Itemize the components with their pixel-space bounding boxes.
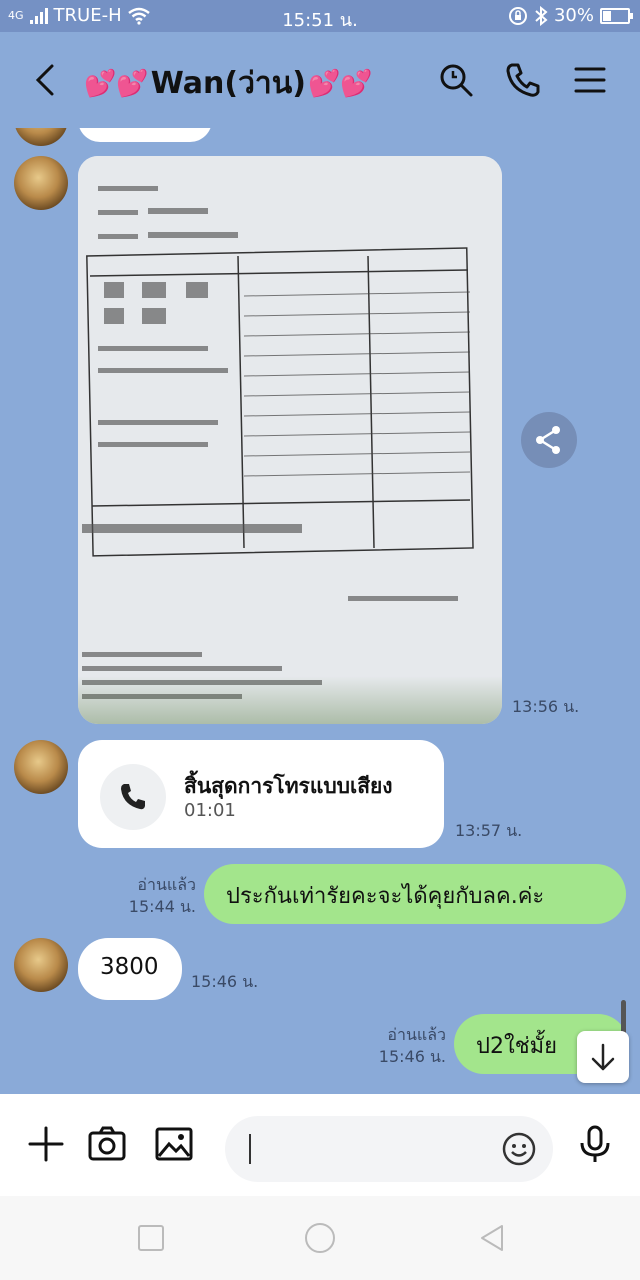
message-input[interactable]	[225, 1116, 553, 1182]
call-message[interactable]: สิ้นสุดการโทรแบบเสียง 01:01	[78, 740, 444, 848]
share-button[interactable]	[521, 412, 577, 468]
read-receipt: อ่านแล้ว	[137, 875, 196, 894]
my-message[interactable]: ประกันเท่ารัยคะจะได้คุยกับลค.ค่ะ	[204, 864, 626, 924]
battery-icon	[600, 7, 633, 24]
message-time: 13:57 น.	[455, 821, 523, 840]
contact-message[interactable]: 3800	[78, 938, 182, 1000]
contact-avatar[interactable]	[14, 938, 68, 992]
hearts-right-icon: 💕💕	[308, 68, 373, 99]
plus-icon[interactable]	[26, 1124, 66, 1164]
status-bar: 4G TRUE-H 15:51 น. 30%	[0, 0, 640, 32]
message-time: 13:56 น.	[512, 697, 580, 716]
call-status: สิ้นสุดการโทรแบบเสียง	[184, 774, 393, 798]
arrow-down-icon	[591, 1043, 615, 1071]
rotation-lock-icon	[508, 6, 527, 25]
recents-icon[interactable]	[135, 1222, 167, 1254]
chat-messages[interactable]: 13:56 น. สิ้นสุดการโทรแบบเสียง 01:01 13:…	[0, 128, 640, 1094]
microphone-icon[interactable]	[575, 1124, 615, 1164]
hearts-left-icon: 💕💕	[84, 68, 149, 99]
back-icon[interactable]	[476, 1222, 508, 1254]
image-message[interactable]	[78, 156, 502, 724]
message-input-bar	[0, 1094, 640, 1196]
search-icon[interactable]	[436, 60, 476, 100]
system-nav-bar	[0, 1196, 640, 1280]
contact-name: Wan(ว่าน)	[150, 66, 306, 101]
phone-icon[interactable]	[503, 60, 543, 100]
image-icon[interactable]	[154, 1124, 194, 1164]
battery-percent: 30%	[553, 5, 594, 26]
back-chevron-icon[interactable]	[28, 62, 64, 98]
contact-avatar[interactable]	[14, 740, 68, 794]
message-text: ป2ใช่มั้ย	[476, 1034, 558, 1059]
camera-icon[interactable]	[87, 1124, 127, 1164]
message-bubble-partial[interactable]	[78, 128, 212, 142]
contact-avatar[interactable]	[14, 156, 68, 210]
message-time: 15:44 น.	[128, 897, 196, 916]
contact-avatar[interactable]	[14, 128, 68, 146]
chat-header: 💕💕 Wan(ว่าน) 💕💕	[0, 32, 640, 128]
call-duration: 01:01	[184, 800, 236, 821]
clock: 15:51 น.	[282, 10, 358, 31]
share-icon	[536, 426, 560, 454]
read-receipt: อ่านแล้ว	[387, 1025, 446, 1044]
phone-icon	[121, 784, 145, 810]
document-photo	[78, 156, 502, 724]
message-text: ประกันเท่ารัยคะจะได้คุยกับลค.ค่ะ	[226, 884, 545, 909]
scroll-to-bottom-button[interactable]	[577, 1031, 629, 1083]
home-icon[interactable]	[304, 1222, 336, 1254]
emoji-icon[interactable]	[501, 1131, 537, 1167]
chat-title: 💕💕 Wan(ว่าน) 💕💕	[84, 60, 373, 107]
message-time: 15:46 น.	[191, 972, 259, 991]
message-text: 3800	[100, 954, 159, 980]
menu-icon[interactable]	[570, 60, 610, 100]
message-time: 15:46 น.	[378, 1047, 446, 1066]
bluetooth-icon	[535, 5, 548, 26]
